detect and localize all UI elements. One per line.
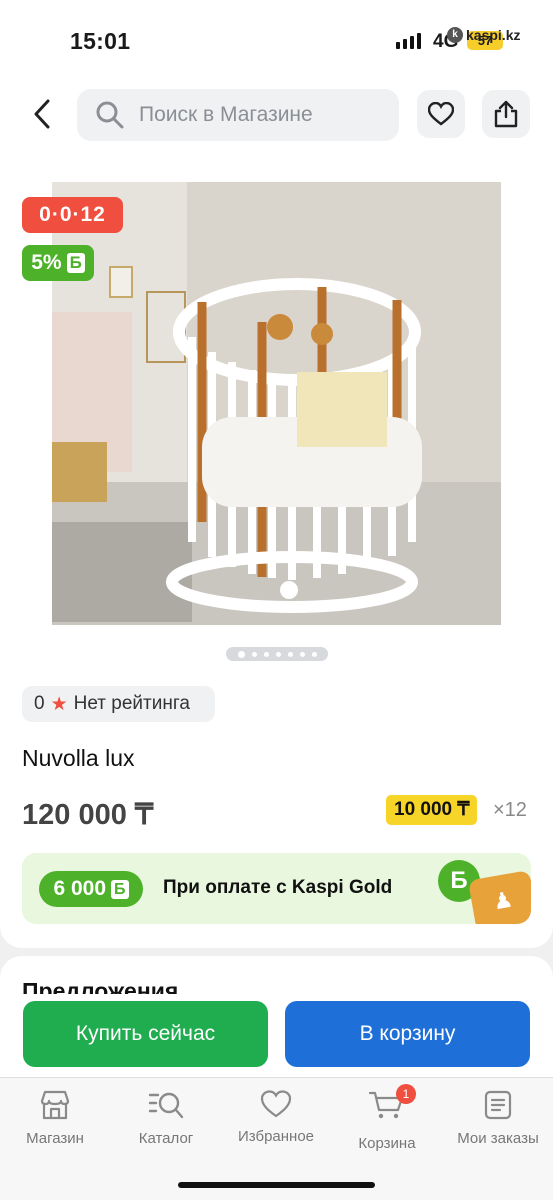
- nav-item-store[interactable]: Магазин: [0, 1090, 110, 1147]
- cart-icon-wrap: 1: [368, 1084, 416, 1125]
- star-icon: ★: [50, 693, 68, 715]
- buy-now-button[interactable]: Купить сейчас: [23, 1001, 268, 1067]
- site-label: kaspi.kz: [466, 27, 521, 43]
- gold-bonus-pill: 6 000 Б: [39, 871, 143, 907]
- pagination-dot[interactable]: [263, 651, 269, 657]
- product-card: 0·0·12 5% Б 0 ★ Нет рейтинга Nuvolla lux…: [0, 160, 553, 948]
- nav-item-orders[interactable]: Мои заказы: [443, 1090, 553, 1147]
- chevron-left-icon: [34, 99, 50, 129]
- bonus-badge-percent: 5%: [31, 251, 62, 274]
- heart-icon: [260, 1090, 292, 1118]
- product-price: 120 000 ₸: [22, 799, 154, 831]
- nav-label-orders: Мои заказы: [457, 1130, 539, 1147]
- rating-chip[interactable]: 0 ★ Нет рейтинга: [22, 686, 215, 722]
- bottom-nav: Магазин Каталог Избранное 1 Корзина Мои …: [0, 1077, 553, 1200]
- product-image[interactable]: [52, 182, 501, 625]
- site-indicator: k kaspi.kz: [447, 27, 520, 43]
- rating-value: 0: [34, 693, 45, 714]
- kaspi-gold-banner[interactable]: 6 000 Б При оплате с Kaspi Gold Б ♟: [22, 853, 531, 924]
- share-icon: [494, 100, 518, 128]
- gold-banner-text: При оплате с Kaspi Gold: [163, 877, 393, 898]
- image-pagination[interactable]: [226, 647, 328, 661]
- nav-label-catalog: Каталог: [138, 1130, 194, 1147]
- favorite-button[interactable]: [417, 90, 465, 138]
- pagination-dot[interactable]: [287, 651, 293, 657]
- nav-label-store: Магазин: [26, 1130, 84, 1147]
- gold-bonus-currency-icon: Б: [111, 879, 129, 899]
- catalog-icon: [148, 1092, 184, 1119]
- bonus-currency-icon: Б: [66, 253, 85, 273]
- pagination-dot[interactable]: [275, 651, 281, 657]
- crib-illustration: [52, 182, 501, 625]
- installment-promo-badge: 0·0·12: [22, 197, 123, 233]
- nav-label-favorites: Избранное: [237, 1128, 315, 1145]
- pagination-dot[interactable]: [299, 651, 305, 657]
- search-input[interactable]: Поиск в Магазине: [77, 89, 399, 141]
- top-bar: Поиск в Магазине: [0, 80, 553, 160]
- pagination-dot[interactable]: [251, 651, 257, 657]
- home-indicator: [178, 1182, 375, 1188]
- gold-bonus-amount: 6 000: [53, 877, 107, 900]
- signal-icon: [396, 33, 421, 49]
- cart-count-badge: 1: [396, 1084, 416, 1104]
- installment-amount[interactable]: 10 000 ₸: [386, 795, 478, 825]
- product-name: Nuvolla lux: [22, 745, 135, 771]
- offers-title: Предложения: [22, 978, 179, 994]
- status-bar: 15:01 4G 57 k kaspi.kz: [0, 0, 553, 80]
- search-placeholder: Поиск в Магазине: [139, 103, 313, 126]
- pagination-dot[interactable]: [237, 650, 245, 658]
- nav-item-cart[interactable]: 1 Корзина: [332, 1084, 442, 1152]
- nav-label-cart: Корзина: [358, 1135, 416, 1152]
- nav-item-favorites[interactable]: Избранное: [221, 1090, 331, 1145]
- search-icon: [96, 101, 124, 129]
- heart-icon: [428, 102, 454, 126]
- kaspi-gold-card-icon: ♟: [467, 870, 531, 924]
- pagination-dot[interactable]: [311, 651, 317, 657]
- bonus-badge: 5% Б: [22, 245, 94, 281]
- site-icon: k: [447, 27, 463, 43]
- orders-icon: [484, 1090, 512, 1120]
- installment-months: ×12: [493, 799, 527, 821]
- share-button[interactable]: [482, 90, 530, 138]
- rating-text: Нет рейтинга: [73, 693, 190, 714]
- add-to-cart-button[interactable]: В корзину: [285, 1001, 530, 1067]
- back-button[interactable]: [24, 94, 60, 134]
- nav-item-catalog[interactable]: Каталог: [111, 1090, 221, 1147]
- store-icon: [40, 1090, 70, 1120]
- status-time: 15:01: [70, 28, 131, 54]
